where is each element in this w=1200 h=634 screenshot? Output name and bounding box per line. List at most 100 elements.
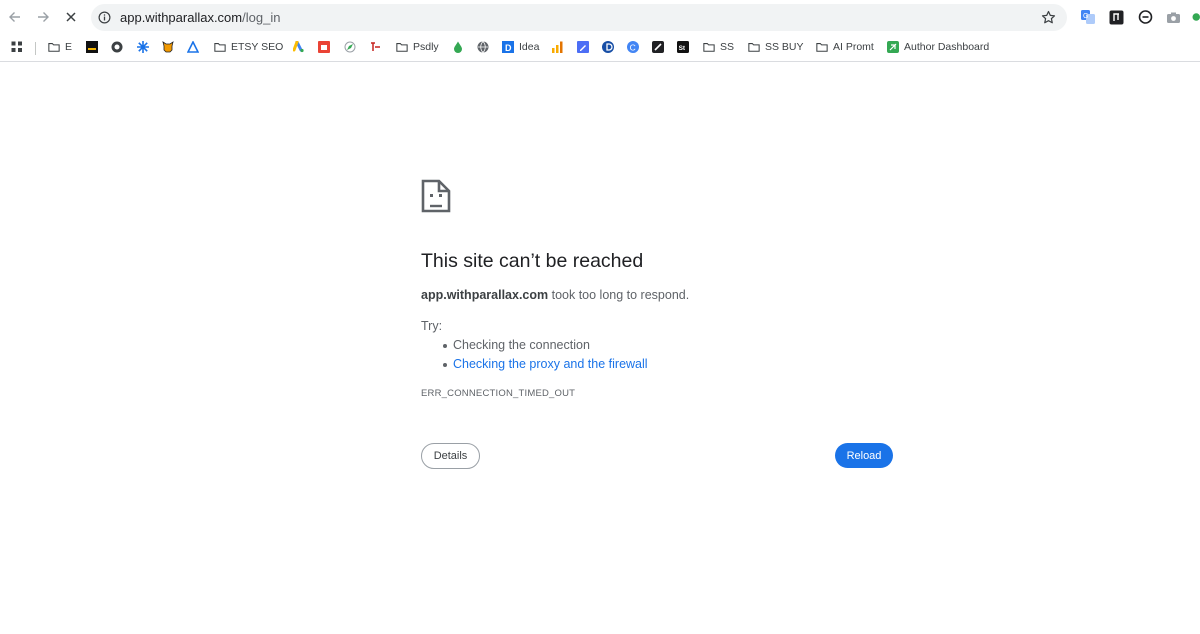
blue-d-icon: D <box>502 41 514 53</box>
svg-text:C: C <box>630 42 636 52</box>
drop-icon <box>454 41 462 53</box>
forward-button[interactable] <box>32 6 54 28</box>
globe-dark-icon <box>111 41 123 53</box>
bookmarks-bar: E ETSY SEO Psdly D Idea C St SS SS BUY A… <box>0 34 1200 62</box>
translate-icon: G <box>1081 10 1095 24</box>
error-code: ERR_CONNECTION_TIMED_OUT <box>421 388 576 399</box>
bookmark-2[interactable] <box>86 39 98 55</box>
bookmark-8[interactable] <box>293 39 305 55</box>
close-icon <box>66 12 76 22</box>
translate-extension[interactable]: G <box>1080 9 1096 25</box>
bookmark-13[interactable] <box>452 39 464 55</box>
suggestion-check-proxy-link[interactable]: Checking the proxy and the firewall <box>441 355 648 374</box>
st-icon: St <box>677 41 689 53</box>
bookmark-20[interactable] <box>652 39 664 55</box>
error-description: app.withparallax.com took too long to re… <box>421 287 689 303</box>
address-bar[interactable]: app.withparallax.com/log_in <box>91 4 1067 31</box>
asterisk-icon <box>137 41 149 53</box>
bookmark-label: SS <box>720 41 735 53</box>
bookmark-4[interactable] <box>137 39 149 55</box>
bookmark-9[interactable] <box>318 39 330 55</box>
sad-document-icon <box>421 179 451 213</box>
status-extension[interactable] <box>1190 9 1200 25</box>
triangle-logo-icon <box>187 41 199 53</box>
url-text[interactable]: app.withparallax.com/log_in <box>120 10 280 25</box>
bookmark-folder-psdly[interactable]: Psdly <box>396 39 439 55</box>
svg-text:St: St <box>679 45 686 52</box>
bookmark-6[interactable] <box>187 39 199 55</box>
bookmark-folder-ss[interactable]: SS <box>703 39 734 55</box>
chat-bubble-icon <box>1138 9 1152 24</box>
bookmark-18[interactable] <box>602 39 614 55</box>
green-leaf-icon <box>887 41 899 53</box>
camera-extension[interactable] <box>1165 9 1181 25</box>
error-description-text: took too long to respond. <box>548 288 690 302</box>
try-label: Try: <box>421 319 443 333</box>
bookmark-label: ETSY SEO <box>231 41 284 53</box>
folder-icon <box>816 43 828 52</box>
compass-icon <box>344 41 356 53</box>
bookmark-folder-e[interactable]: E <box>48 39 72 55</box>
bookmark-5[interactable] <box>162 39 174 55</box>
black-square-logo-icon <box>652 41 664 53</box>
bookmark-label: Psdly <box>413 41 439 53</box>
orange-box-icon <box>318 41 330 53</box>
folder-icon <box>396 43 408 52</box>
bookmark-idea[interactable]: D Idea <box>502 39 539 55</box>
bookmark-10[interactable] <box>344 39 356 55</box>
music-extension[interactable] <box>1108 9 1124 25</box>
cow-icon <box>162 41 174 53</box>
url-path: /log_in <box>242 10 281 25</box>
music-score-icon <box>1109 10 1123 24</box>
bookmarks-separator <box>35 42 36 55</box>
green-status-icon <box>1192 13 1200 21</box>
blue-c-icon: C <box>627 41 639 53</box>
bookmark-label: Author Dashboard <box>904 41 990 53</box>
blue-pen-icon <box>577 41 589 53</box>
star-icon[interactable] <box>1041 10 1056 25</box>
chat-extension[interactable] <box>1137 9 1153 25</box>
bookmark-16[interactable] <box>551 39 563 55</box>
arrow-left-icon <box>9 12 20 22</box>
svg-text:G: G <box>1083 13 1088 20</box>
suggestions-list: Checking the connection Checking the pro… <box>441 336 648 374</box>
google-ads-icon <box>293 41 304 53</box>
bookmark-label: AI Promt <box>833 41 874 53</box>
details-button[interactable]: Details <box>421 443 480 469</box>
bar-chart-icon <box>552 41 563 53</box>
bookmark-folder-etsy-seo[interactable]: ETSY SEO <box>214 39 283 55</box>
bookmark-14[interactable] <box>477 39 489 55</box>
bookmark-label: Idea <box>519 41 540 53</box>
black-square-icon <box>86 41 98 53</box>
bookmark-author-dashboard[interactable]: Author Dashboard <box>887 39 989 55</box>
bookmark-label: SS BUY <box>765 41 804 53</box>
folder-icon <box>214 43 226 52</box>
folder-icon <box>748 43 760 52</box>
bookmark-17[interactable] <box>577 39 589 55</box>
bookmark-apps[interactable] <box>11 39 23 55</box>
reload-button[interactable]: Reload <box>835 443 893 468</box>
bookmark-19[interactable]: C <box>627 39 639 55</box>
info-circle-icon[interactable] <box>98 11 111 24</box>
error-title: This site can’t be reached <box>421 250 644 272</box>
browser-toolbar: app.withparallax.com/log_in G <box>0 0 1200 34</box>
bookmark-11[interactable] <box>369 39 381 55</box>
arrow-right-icon <box>38 12 49 22</box>
svg-text:D: D <box>505 43 512 53</box>
bookmark-3[interactable] <box>111 39 123 55</box>
bookmark-label: E <box>65 41 73 53</box>
apps-grid-icon <box>11 41 22 52</box>
folder-icon <box>48 43 60 52</box>
back-button[interactable] <box>4 6 26 28</box>
camera-icon <box>1166 12 1180 23</box>
navy-circle-icon <box>602 41 614 53</box>
stop-loading-button[interactable] <box>60 6 82 28</box>
bookmark-folder-ss-buy[interactable]: SS BUY <box>748 39 804 55</box>
bookmark-folder-ai-promt[interactable]: AI Promt <box>816 39 874 55</box>
globe-icon <box>477 41 489 53</box>
url-host: app.withparallax.com <box>120 10 243 25</box>
script-logo-icon <box>371 42 380 51</box>
folder-icon <box>703 43 715 52</box>
bookmark-21[interactable]: St <box>677 39 689 55</box>
error-host: app.withparallax.com <box>421 288 549 302</box>
